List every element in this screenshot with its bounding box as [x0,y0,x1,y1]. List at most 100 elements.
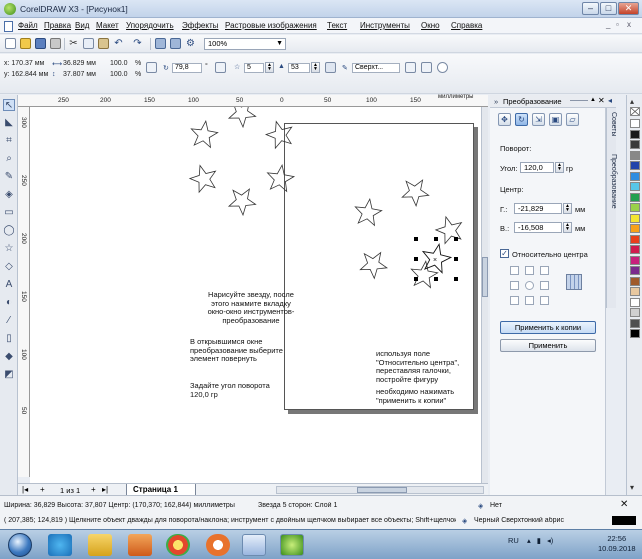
close-status-icon[interactable]: ✕ [620,499,628,510]
menu-view[interactable]: Вид [75,21,89,30]
rotation-angle-field[interactable]: 79,8 [172,63,202,73]
tab-transformation[interactable]: Преобразование [607,154,617,209]
y-position-field[interactable]: y: 162.844 мм [4,71,48,78]
skew-mode-icon[interactable]: ▱ [566,113,579,126]
cut-icon[interactable]: ✂ [68,38,79,49]
convert-to-curves-icon[interactable] [437,62,448,73]
docker-pin-icon[interactable]: ◂ [608,96,612,105]
star-shape[interactable] [227,188,257,217]
menu-window[interactable]: Окно [421,21,440,30]
scale-x-field[interactable]: 100.0 [110,60,128,67]
center-x-spinner[interactable]: ▲ ▼ [563,203,572,214]
mail-icon[interactable] [206,534,230,556]
horizontal-ruler[interactable]: 250 200 150 100 50 0 50 100 150 миллимет… [18,94,488,107]
vertical-ruler[interactable]: 300 250 200 150 100 50 [18,107,30,477]
selection-handle[interactable] [414,237,418,241]
anchor-top-center[interactable] [525,266,534,275]
anchor-bottom-center[interactable] [525,296,534,305]
star-shape[interactable] [188,164,217,194]
right-star-ring[interactable] [354,179,463,289]
rectangle-tool-icon[interactable]: ▭ [3,207,15,219]
selection-handle[interactable] [454,277,458,281]
import-icon[interactable] [155,38,166,49]
coreldraw-taskbar-icon[interactable] [280,534,304,556]
network-icon[interactable]: ▮ [537,536,541,545]
chrome-icon[interactable] [166,534,190,556]
tray-arrow-icon[interactable]: ▴ [527,536,531,545]
color-swatch[interactable] [630,129,640,139]
color-swatch[interactable] [630,140,640,149]
anchor-top-left[interactable] [510,266,519,275]
smart-fill-icon[interactable]: ◈ [3,189,15,201]
next-page-button[interactable]: + [91,485,96,494]
file-explorer-icon[interactable] [88,534,112,556]
save-icon[interactable] [35,38,46,49]
text-tool-icon[interactable]: A [3,279,15,291]
color-swatch[interactable] [630,213,640,223]
center-x-input[interactable]: -21,829 [514,203,562,214]
to-back-icon[interactable] [421,62,432,73]
star-shape[interactable] [227,107,257,129]
maximize-button[interactable]: □ [600,2,617,15]
redo-icon[interactable]: ↷ [132,38,143,49]
apply-button[interactable]: Применить [500,339,596,352]
anchor-top-right[interactable] [540,266,549,275]
eyedropper-tool-icon[interactable]: ⁄ [3,315,15,327]
mirror-icon[interactable] [215,62,226,73]
star-shape[interactable] [190,119,219,149]
color-swatch[interactable] [630,203,640,212]
scrollbar-thumb[interactable] [357,487,407,493]
rotate-mode-icon[interactable]: ↻ [515,113,528,126]
color-swatch[interactable] [630,245,640,254]
selection-handle[interactable] [454,237,458,241]
color-swatch[interactable] [630,161,640,170]
color-swatch[interactable] [630,171,640,181]
export-icon[interactable] [170,38,181,49]
anchor-bottom-right[interactable] [540,296,549,305]
drawing-canvas[interactable]: × Нарисуйте звезду, после этого нажмите … [30,107,488,483]
color-swatch[interactable] [630,119,640,128]
menu-text[interactable]: Текст [327,21,347,30]
zoom-tool-icon[interactable]: ⌕ [3,153,15,165]
docker-expand-icon[interactable]: » [494,97,498,106]
internet-explorer-icon[interactable] [48,534,72,556]
anchor-middle-left[interactable] [510,281,519,290]
interactive-fill-icon[interactable]: ◩ [3,369,15,381]
start-button[interactable] [8,533,32,557]
star-shape[interactable] [354,197,383,227]
angle-spinner[interactable]: ▲ ▼ [555,162,564,173]
wrap-text-icon[interactable] [325,62,336,73]
minimize-button[interactable]: – [582,2,599,15]
star-sharpness-field[interactable]: 53 [288,63,310,73]
rotation-center-marker[interactable]: × [433,257,437,264]
media-player-icon[interactable] [128,534,152,556]
selection-handle[interactable] [434,277,438,281]
color-swatch[interactable] [630,287,640,296]
basic-shapes-icon[interactable]: ◇ [3,261,15,273]
vertical-scrollbar[interactable] [481,107,488,483]
undo-icon[interactable]: ↶ [113,38,124,49]
anchor-bottom-left[interactable] [510,296,519,305]
selected-star[interactable]: × [414,237,458,281]
color-swatch[interactable] [630,255,640,265]
width-field[interactable]: 36.829 мм [63,60,96,67]
fill-tool-icon[interactable]: ◆ [3,351,15,363]
color-swatch[interactable] [630,234,640,244]
paste-icon[interactable] [98,38,109,49]
pick-tool-icon[interactable]: ↖ [3,99,15,111]
menu-effects[interactable]: Эффекты [182,21,218,30]
menu-file[interactable]: Файл [18,21,38,30]
menu-help[interactable]: Справка [451,21,482,30]
center-y-spinner[interactable]: ▲ ▼ [563,222,572,233]
freehand-tool-icon[interactable]: ✎ [3,171,15,183]
star-shape[interactable] [266,163,296,193]
relative-center-checkbox[interactable]: ✓ [500,249,509,258]
prev-page-button[interactable]: + [40,485,45,494]
color-swatch[interactable] [630,297,640,307]
color-swatch[interactable] [630,329,640,338]
open-icon[interactable] [20,38,31,49]
angle-input[interactable]: 120,0 [520,162,554,173]
menu-layout[interactable]: Макет [96,21,119,30]
docker-menu-icon[interactable]: ▲ [590,97,596,103]
docker-close-icon[interactable]: ✕ [598,96,605,105]
